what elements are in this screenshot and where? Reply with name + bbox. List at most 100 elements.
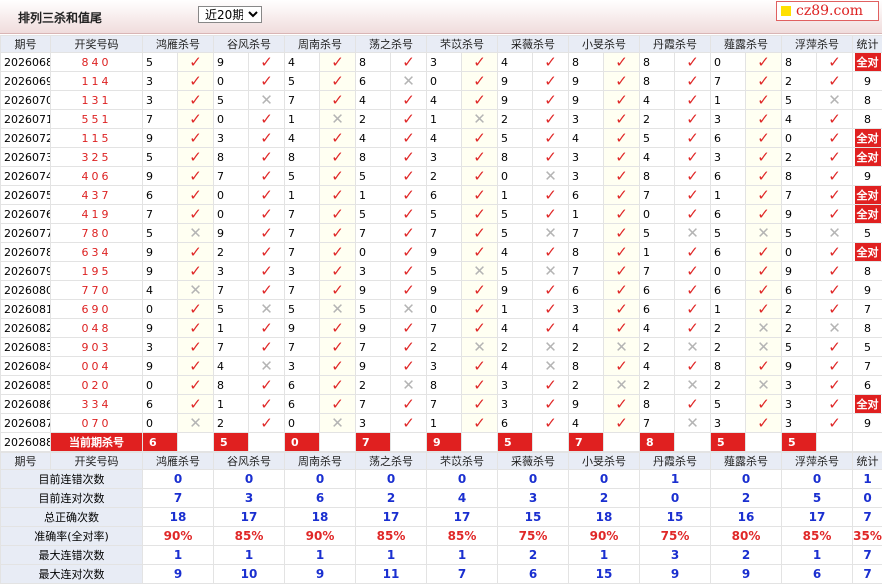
check-icon: ✓ — [532, 280, 569, 300]
current-kill-number: 7 — [355, 432, 391, 452]
kill-number: 9 — [355, 356, 391, 376]
kill-number: 5 — [426, 204, 462, 224]
kill-number: 6 — [497, 413, 533, 433]
check-icon: ✓ — [248, 128, 285, 148]
table-row[interactable]: 2026073 325 5 ✓ 8 ✓ 8 ✓ 8 ✓ 3 ✓ 8 ✓ 3 ✓ 4 ✓ 3 ✓ 2 ✓ 全对 — [0, 147, 882, 167]
draw-number: 780 — [50, 223, 143, 243]
draw-number: 770 — [50, 280, 143, 300]
cross-icon: ✕ — [603, 375, 640, 395]
kill-number: 6 — [639, 280, 675, 300]
table-row[interactable]: 2026074 406 9 ✓ 7 ✓ 5 ✓ 5 ✓ 2 ✓ 0 ✕ 3 ✓ 8 ✓ 6 ✓ 8 ✓ 9 — [0, 166, 882, 186]
check-icon: ✓ — [177, 337, 214, 357]
table-row[interactable]: 2026079 195 9 ✓ 3 ✓ 3 ✓ 3 ✓ 5 ✕ 5 ✕ 7 ✓ 7 ✓ 0 ✓ 9 ✓ 8 — [0, 261, 882, 281]
brand-logo[interactable]: cz89.com — [776, 1, 879, 21]
cross-icon: ✕ — [674, 223, 711, 243]
check-icon: ✓ — [603, 318, 640, 338]
stats-value: 1 — [639, 469, 711, 489]
table-row[interactable]: 2026087 070 0 ✕ 2 ✓ 0 ✕ 3 ✓ 1 ✓ 6 ✓ 4 ✓ 7 ✕ 3 ✓ 3 ✓ 9 — [0, 413, 882, 433]
row-total: 全对 — [852, 185, 882, 205]
check-icon: ✓ — [674, 90, 711, 110]
check-icon: ✓ — [248, 280, 285, 300]
check-icon: ✓ — [674, 204, 711, 224]
issue-number: 2026082 — [0, 318, 51, 338]
kill-number: 5 — [426, 261, 462, 281]
table-row[interactable]: 2026081 690 0 ✓ 5 ✕ 5 ✕ 5 ✕ 0 ✓ 1 ✓ 3 ✓ 6 ✓ 1 ✓ 2 ✓ 7 — [0, 299, 882, 319]
kill-number: 6 — [710, 280, 746, 300]
empty-cell — [816, 432, 853, 452]
kill-number: 4 — [355, 90, 391, 110]
check-icon: ✓ — [390, 166, 427, 186]
table-row[interactable]: 2026069 114 3 ✓ 0 ✓ 5 ✓ 6 ✕ 0 ✓ 9 ✓ 9 ✓ 8 ✓ 7 ✓ 2 ✓ 9 — [0, 71, 882, 91]
check-icon: ✓ — [674, 109, 711, 129]
table-row[interactable]: 2026077 780 5 ✕ 9 ✓ 7 ✓ 7 ✓ 7 ✓ 5 ✕ 7 ✓ 5 ✕ 5 ✕ 5 ✕ 5 — [0, 223, 882, 243]
check-icon: ✓ — [603, 147, 640, 167]
kill-number: 7 — [568, 223, 604, 243]
row-total: 全对 — [852, 242, 882, 262]
table-row[interactable]: 2026072 115 9 ✓ 3 ✓ 4 ✓ 4 ✓ 4 ✓ 5 ✓ 4 ✓ 5 ✓ 6 ✓ 0 ✓ 全对 — [0, 128, 882, 148]
cross-icon: ✕ — [319, 299, 356, 319]
check-icon: ✓ — [745, 185, 782, 205]
kill-number: 8 — [639, 71, 675, 91]
table-row[interactable]: 2026084 004 9 ✓ 4 ✕ 3 ✓ 9 ✓ 3 ✓ 4 ✕ 8 ✓ 4 ✓ 8 ✓ 9 ✓ 7 — [0, 356, 882, 376]
stats-value: 0 — [142, 469, 214, 489]
check-icon: ✓ — [816, 337, 853, 357]
column-header: 谷风杀号 — [213, 452, 285, 470]
period-select[interactable]: 近20期 — [198, 6, 262, 23]
table-row[interactable]: 2026075 437 6 ✓ 0 ✓ 1 ✓ 1 ✓ 6 ✓ 1 ✓ 6 ✓ 7 ✓ 1 ✓ 7 ✓ 全对 — [0, 185, 882, 205]
table-body: 2026068 840 5 ✓ 9 ✓ 4 ✓ 8 ✓ 3 ✓ 4 ✓ 8 ✓ 8 ✓ 0 ✓ 8 ✓ 全对 2026069 1… — [0, 52, 882, 452]
kill-number: 5 — [781, 90, 817, 110]
kill-number: 9 — [142, 166, 178, 186]
check-icon: ✓ — [816, 204, 853, 224]
check-icon: ✓ — [603, 185, 640, 205]
check-icon: ✓ — [745, 299, 782, 319]
check-icon: ✓ — [390, 185, 427, 205]
kill-number: 6 — [355, 71, 391, 91]
current-period-row[interactable]: 2026088 当前期杀号 6 5 0 7 9 5 7 8 5 5 — [0, 432, 882, 452]
kill-number: 2 — [710, 337, 746, 357]
cross-icon: ✕ — [461, 109, 498, 129]
table-row[interactable]: 2026080 770 4 ✕ 7 ✓ 7 ✓ 9 ✓ 9 ✓ 9 ✓ 6 ✓ 6 ✓ 6 ✓ 6 ✓ 9 — [0, 280, 882, 300]
kill-number: 3 — [284, 356, 320, 376]
draw-number: 020 — [50, 375, 143, 395]
kill-number: 7 — [426, 223, 462, 243]
kill-number: 1 — [426, 413, 462, 433]
kill-number: 1 — [284, 185, 320, 205]
stats-value: 15 — [497, 507, 569, 527]
kill-number: 3 — [213, 261, 249, 281]
check-icon: ✓ — [603, 71, 640, 91]
check-icon: ✓ — [177, 71, 214, 91]
column-header: 周南杀号 — [284, 452, 356, 470]
table-row[interactable]: 2026085 020 0 ✓ 8 ✓ 6 ✓ 2 ✕ 8 ✓ 3 ✓ 2 ✕ 2 ✕ 2 ✕ 3 ✓ 6 — [0, 375, 882, 395]
table-row[interactable]: 2026070 131 3 ✓ 5 ✕ 7 ✓ 4 ✓ 4 ✓ 9 ✓ 9 ✓ 4 ✓ 1 ✓ 5 ✕ 8 — [0, 90, 882, 110]
draw-number: 325 — [50, 147, 143, 167]
kill-number: 4 — [568, 318, 604, 338]
table-row[interactable]: 2026068 840 5 ✓ 9 ✓ 4 ✓ 8 ✓ 3 ✓ 4 ✓ 8 ✓ 8 ✓ 0 ✓ 8 ✓ 全对 — [0, 52, 882, 72]
table-row[interactable]: 2026083 903 3 ✓ 7 ✓ 7 ✓ 7 ✓ 2 ✕ 2 ✕ 2 ✕ 2 ✕ 2 ✕ 5 ✓ 5 — [0, 337, 882, 357]
table-row[interactable]: 2026078 634 9 ✓ 2 ✓ 7 ✓ 0 ✓ 9 ✓ 4 ✓ 8 ✓ 1 ✓ 6 ✓ 0 ✓ 全对 — [0, 242, 882, 262]
check-icon: ✓ — [532, 90, 569, 110]
table-row[interactable]: 2026082 048 9 ✓ 1 ✓ 9 ✓ 9 ✓ 7 ✓ 4 ✓ 4 ✓ 4 ✓ 2 ✕ 2 ✕ 8 — [0, 318, 882, 338]
check-icon: ✓ — [177, 261, 214, 281]
empty-cell — [390, 432, 427, 452]
issue-number: 2026078 — [0, 242, 51, 262]
table-row[interactable]: 2026086 334 6 ✓ 1 ✓ 6 ✓ 7 ✓ 7 ✓ 3 ✓ 9 ✓ 8 ✓ 5 ✓ 3 ✓ 全对 — [0, 394, 882, 414]
kill-number: 2 — [710, 375, 746, 395]
stats-value: 17 — [355, 507, 427, 527]
column-header: 开奖号码 — [50, 452, 143, 470]
cross-icon: ✕ — [532, 223, 569, 243]
kill-number: 8 — [781, 52, 817, 72]
stats-value: 85% — [426, 526, 498, 546]
check-icon: ✓ — [603, 242, 640, 262]
stats-value: 2 — [710, 488, 782, 508]
table-row[interactable]: 2026071 551 7 ✓ 0 ✓ 1 ✕ 2 ✓ 1 ✕ 2 ✓ 3 ✓ 2 ✓ 3 ✓ 4 ✓ 8 — [0, 109, 882, 129]
kill-number: 3 — [142, 337, 178, 357]
kill-number: 0 — [710, 261, 746, 281]
kill-number: 7 — [142, 109, 178, 129]
check-icon: ✓ — [674, 185, 711, 205]
cross-icon: ✕ — [177, 223, 214, 243]
table-row[interactable]: 2026076 419 7 ✓ 0 ✓ 7 ✓ 5 ✓ 5 ✓ 5 ✓ 1 ✓ 0 ✓ 6 ✓ 9 ✓ 全对 — [0, 204, 882, 224]
kill-number: 7 — [284, 337, 320, 357]
row-total: 7 — [852, 299, 882, 319]
check-icon: ✓ — [532, 318, 569, 338]
kill-number: 3 — [568, 166, 604, 186]
